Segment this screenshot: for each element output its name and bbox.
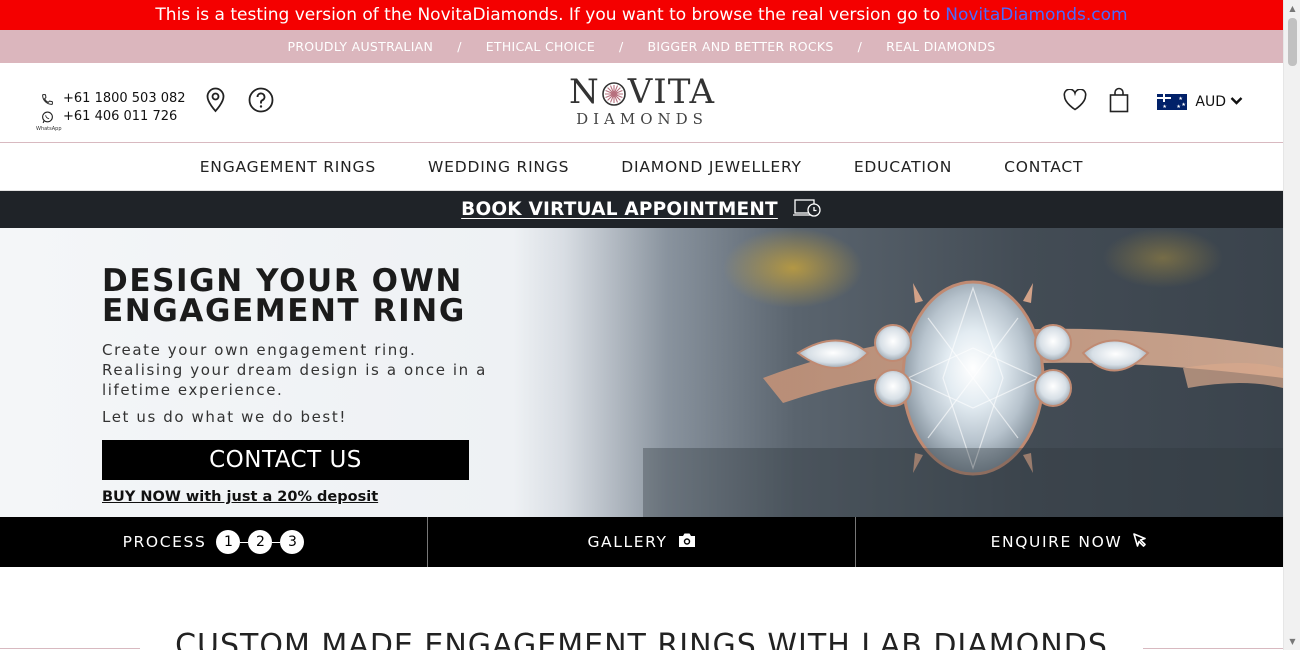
step-connector bbox=[272, 541, 281, 543]
nav-item-engagement-rings[interactable]: ENGAGEMENT RINGS bbox=[200, 158, 376, 176]
section-title: CUSTOM MADE ENGAGEMENT RINGS WITH LAB DI… bbox=[175, 628, 1108, 650]
whatsapp-number: +61 406 011 726 bbox=[63, 109, 178, 124]
heart-icon[interactable] bbox=[1063, 88, 1087, 115]
main-navigation: ENGAGEMENT RINGS WEDDING RINGS DIAMOND J… bbox=[0, 143, 1283, 191]
process-steps: 1 2 3 bbox=[216, 530, 305, 554]
nav-item-contact[interactable]: CONTACT bbox=[1004, 158, 1083, 176]
phone-icon bbox=[40, 92, 54, 106]
page-scrollbar[interactable]: ▲ ▼ bbox=[1283, 0, 1300, 650]
buy-now-deposit-link[interactable]: BUY NOW with just a 20% deposit bbox=[102, 489, 522, 505]
book-appointment-bar[interactable]: BOOK VIRTUAL APPOINTMENT bbox=[0, 191, 1283, 228]
gallery-label: GALLERY bbox=[587, 533, 668, 551]
nav-item-diamond-jewellery[interactable]: DIAMOND JEWELLERY bbox=[621, 158, 802, 176]
usp-item: BIGGER AND BETTER ROCKS bbox=[647, 39, 834, 54]
enquire-now-link[interactable]: ENQUIRE NOW bbox=[856, 517, 1283, 567]
chevron-down-icon bbox=[1230, 94, 1243, 110]
scrollbar-thumb[interactable] bbox=[1288, 18, 1297, 66]
enquire-now-label: ENQUIRE NOW bbox=[990, 533, 1123, 551]
novita-logo[interactable]: N VITA DIAMONDS bbox=[568, 72, 716, 128]
process-label: PROCESS bbox=[122, 533, 207, 551]
hero-title-line: ENGAGEMENT RING bbox=[102, 293, 466, 329]
hero-copy: DESIGN YOUR OWN ENGAGEMENT RING Create y… bbox=[102, 266, 522, 505]
contact-us-button[interactable]: CONTACT US bbox=[102, 440, 469, 480]
hero-title: DESIGN YOUR OWN ENGAGEMENT RING bbox=[102, 263, 522, 329]
step-badge: 3 bbox=[280, 530, 305, 554]
whatsapp-link[interactable]: +61 406 011 726 bbox=[40, 108, 186, 126]
gallery-link[interactable]: GALLERY bbox=[428, 517, 856, 567]
scroll-down-arrow-icon[interactable]: ▼ bbox=[1284, 633, 1300, 650]
engagement-ring-image bbox=[643, 228, 1283, 517]
australia-flag-icon: ★ ★ ★ ★ bbox=[1157, 94, 1188, 110]
process-bar: PROCESS 1 2 3 GALLERY ENQUIRE NOW bbox=[0, 517, 1283, 567]
whatsapp-label: WhatsApp bbox=[36, 126, 62, 132]
cursor-pointer-icon bbox=[1132, 532, 1148, 552]
process-link[interactable]: PROCESS 1 2 3 bbox=[0, 517, 428, 567]
usp-strip: PROUDLY AUSTRALIAN / ETHICAL CHOICE / BI… bbox=[0, 30, 1283, 63]
hero-banner: DESIGN YOUR OWN ENGAGEMENT RING Create y… bbox=[0, 228, 1283, 517]
step-badge: 1 bbox=[216, 530, 241, 554]
laptop-clock-icon bbox=[792, 197, 822, 223]
currency-selector[interactable]: ★ ★ ★ ★ AUD bbox=[1157, 94, 1243, 110]
section-header: CUSTOM MADE ENGAGEMENT RINGS WITH LAB DI… bbox=[0, 624, 1283, 650]
usp-separator: / bbox=[619, 39, 624, 54]
header-actions: ★ ★ ★ ★ AUD bbox=[1063, 87, 1243, 117]
usp-separator: / bbox=[857, 39, 863, 54]
logo-wordmark: N VITA bbox=[568, 72, 716, 112]
logo-letter-n: N bbox=[568, 72, 600, 112]
page: This is a testing version of the NovitaD… bbox=[0, 0, 1283, 650]
nav-item-wedding-rings[interactable]: WEDDING RINGS bbox=[428, 158, 569, 176]
logo-subtitle: DIAMONDS bbox=[576, 110, 708, 128]
camera-icon bbox=[678, 532, 696, 552]
step-badge: 2 bbox=[248, 530, 273, 554]
scroll-up-arrow-icon[interactable]: ▲ bbox=[1284, 0, 1300, 17]
testing-banner: This is a testing version of the NovitaD… bbox=[0, 0, 1283, 30]
help-icon[interactable] bbox=[248, 87, 274, 117]
title-divider bbox=[1143, 648, 1283, 649]
phone-link[interactable]: +61 1800 503 082 bbox=[40, 90, 186, 108]
site-header: +61 1800 503 082 +61 406 011 726 WhatsAp… bbox=[0, 63, 1283, 143]
usp-item: ETHICAL CHOICE bbox=[485, 39, 596, 54]
usp-item: REAL DIAMONDS bbox=[886, 39, 996, 54]
logo-letters-vita: VITA bbox=[627, 72, 716, 112]
step-connector bbox=[240, 541, 249, 543]
testing-banner-text: This is a testing version of the NovitaD… bbox=[155, 5, 941, 25]
nav-item-education[interactable]: EDUCATION bbox=[854, 158, 952, 176]
logo-star-icon bbox=[601, 79, 627, 106]
book-appointment-link[interactable]: BOOK VIRTUAL APPOINTMENT bbox=[461, 199, 778, 220]
location-pin-icon[interactable] bbox=[205, 87, 226, 117]
usp-item: PROUDLY AUSTRALIAN bbox=[287, 39, 434, 54]
shopping-bag-icon[interactable] bbox=[1109, 87, 1129, 117]
hero-tagline: Let us do what we do best! bbox=[102, 408, 347, 426]
real-site-link[interactable]: NovitaDiamonds.com bbox=[945, 5, 1127, 25]
contact-phones: +61 1800 503 082 +61 406 011 726 WhatsAp… bbox=[36, 90, 186, 132]
usp-separator: / bbox=[457, 39, 462, 54]
hero-description: Create your own engagement ring. Realisi… bbox=[102, 341, 487, 399]
phone-number: +61 1800 503 082 bbox=[63, 91, 186, 106]
currency-code: AUD bbox=[1195, 94, 1226, 110]
hero-title-line: DESIGN YOUR OWN bbox=[102, 263, 463, 299]
